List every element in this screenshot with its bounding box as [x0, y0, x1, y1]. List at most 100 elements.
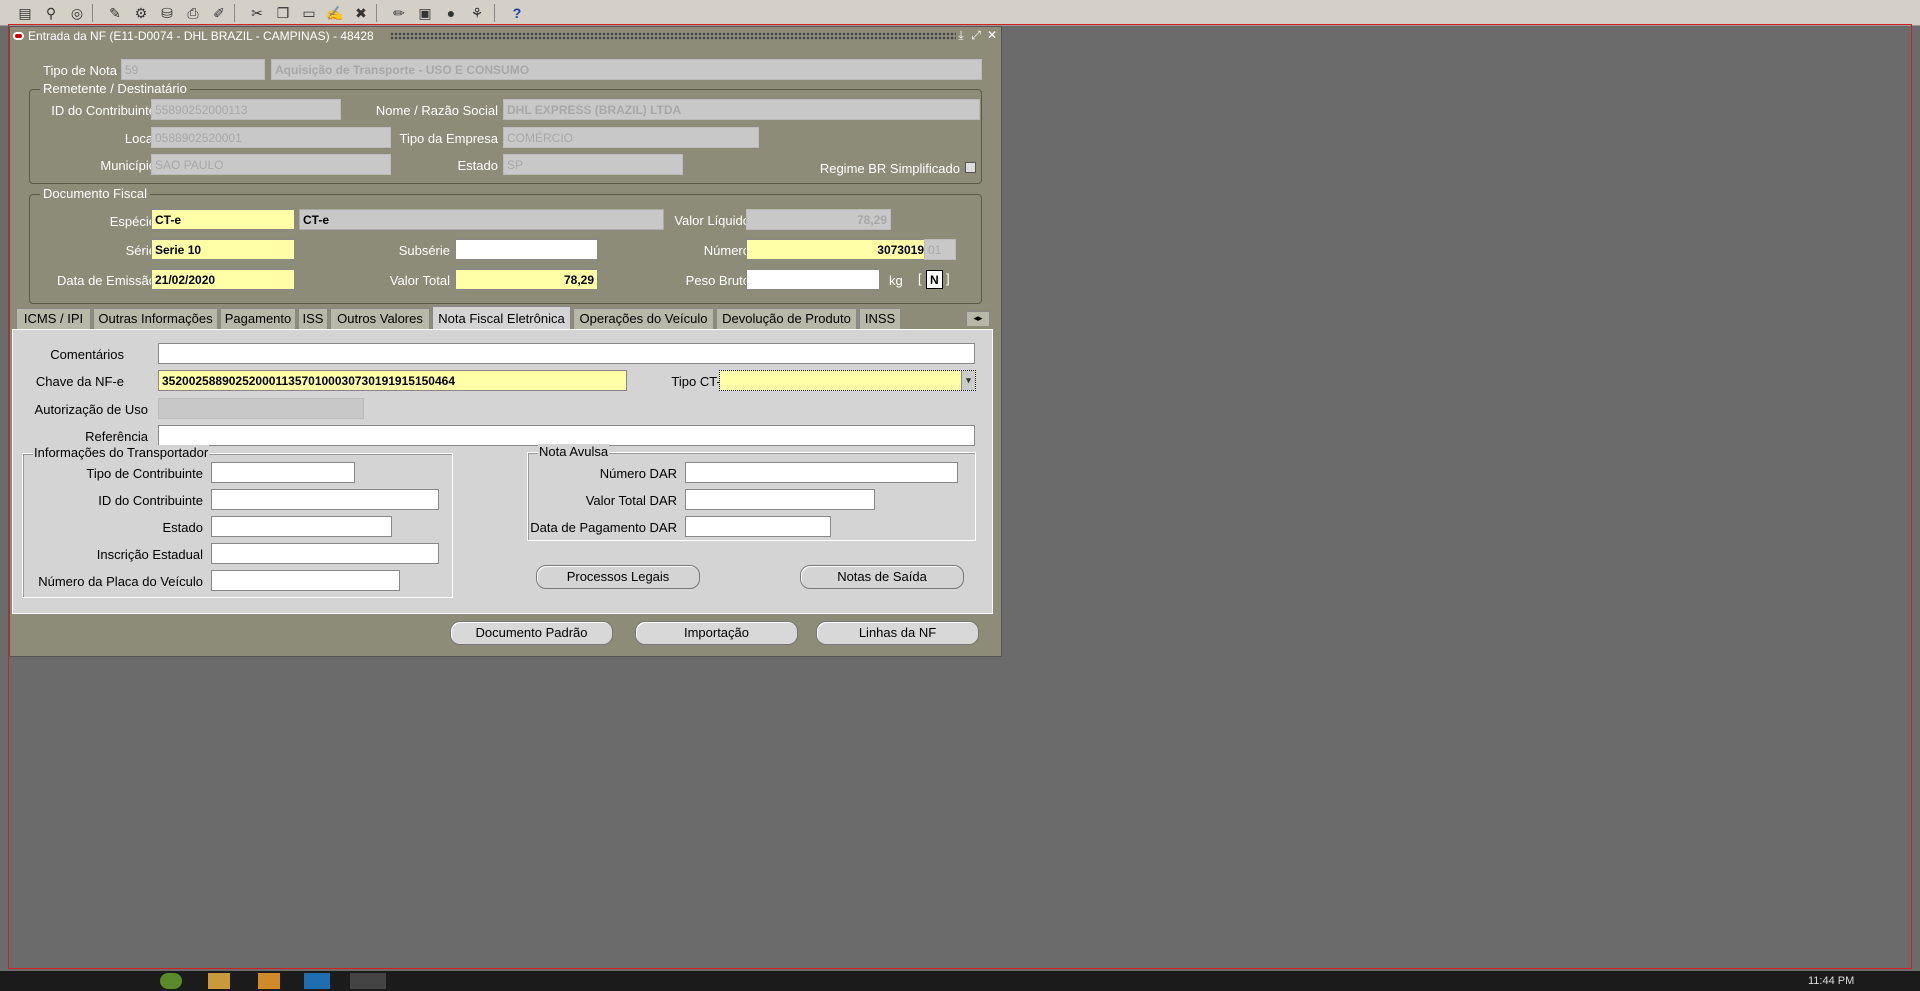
valor-total-field[interactable]: 78,29 — [455, 269, 598, 290]
serie-field[interactable]: Serie 10 — [151, 239, 295, 260]
tab-inss[interactable]: INSS — [859, 308, 901, 329]
autorizacao-label: Autorização de Uso — [34, 402, 148, 417]
chevron-down-icon[interactable]: ▾ — [961, 371, 975, 390]
estado-field[interactable]: SP — [503, 154, 683, 175]
tab-icms-ipi[interactable]: ICMS / IPI — [16, 308, 91, 329]
navigator-icon[interactable]: ◎ — [66, 2, 88, 24]
documento-group-title: Documento Fiscal — [40, 186, 151, 201]
referencia-field[interactable] — [158, 425, 975, 446]
especie-field[interactable]: CT-e — [151, 209, 295, 230]
tab-scroll-arrows-icon[interactable]: ◂▸ — [966, 311, 990, 326]
tipo-nota-code-field[interactable]: 59 — [121, 59, 265, 80]
copy-icon[interactable]: ❐ — [272, 2, 294, 24]
estado-label: Estado — [457, 158, 498, 173]
transp-inscricao-field[interactable] — [211, 543, 439, 564]
attachments-icon[interactable]: ⚘ — [466, 2, 488, 24]
translations-icon[interactable]: ● — [440, 2, 462, 24]
entrada-nf-window: Entrada da NF (E11-D0074 - DHL BRAZIL - … — [9, 26, 1002, 657]
notas-saida-button[interactable]: Notas de Saída — [800, 565, 964, 589]
switch-responsibility-icon[interactable]: ⛁ — [156, 2, 178, 24]
documento-padrao-button[interactable]: Documento Padrão — [450, 621, 613, 645]
tipo-empresa-field[interactable]: COMÉRCIO — [503, 127, 759, 148]
delete-record-icon[interactable]: ✖ — [350, 2, 372, 24]
tab-iss[interactable]: ISS — [298, 308, 328, 329]
importacao-button[interactable]: Importação — [635, 621, 798, 645]
transp-id-label: ID do Contribuinte — [98, 493, 203, 508]
serie-label: Série — [125, 243, 156, 258]
comentarios-field[interactable] — [158, 343, 975, 364]
autorizacao-field[interactable] — [158, 398, 364, 419]
zoom-icon[interactable]: ▣ — [414, 2, 436, 24]
subserie-label: Subsérie — [398, 243, 450, 258]
valor-liquido-field[interactable]: 78,29 — [746, 209, 891, 230]
data-emissao-field[interactable]: 21/02/2020 — [151, 269, 295, 290]
close-icon[interactable]: ✕ — [985, 28, 999, 43]
tipo-nota-desc-field[interactable]: Aquisição de Transporte - USO E CONSUMO — [271, 59, 982, 80]
window-titlebar[interactable]: Entrada da NF (E11-D0074 - DHL BRAZIL - … — [10, 27, 1001, 45]
nota-avulsa-group-title: Nota Avulsa — [538, 444, 610, 459]
subserie-field[interactable] — [455, 239, 598, 260]
numero-suffix-field[interactable]: 01 — [924, 239, 956, 260]
flag-close: ] — [946, 271, 950, 286]
transp-placa-label: Número da Placa do Veículo — [38, 574, 203, 589]
regime-checkbox[interactable] — [965, 162, 976, 173]
help-icon[interactable]: ? — [506, 2, 528, 24]
find-icon[interactable]: ⚲ — [40, 2, 62, 24]
print-icon[interactable]: ⎙ — [182, 2, 204, 24]
flag-field[interactable]: N — [926, 270, 943, 289]
taskbar-app-icon[interactable] — [258, 973, 280, 989]
especie-label: Espécie — [109, 214, 156, 229]
valor-total-dar-field[interactable] — [685, 489, 875, 510]
transp-estado-field[interactable] — [211, 516, 392, 537]
maximize-icon[interactable]: ⤢ — [969, 28, 983, 43]
edit-field-icon[interactable]: ✏ — [388, 2, 410, 24]
tipo-cte-label: Tipo CT-e — [671, 374, 728, 389]
taskbar: 11:44 PM — [0, 971, 1920, 991]
taskbar-app-icon[interactable] — [350, 973, 386, 989]
data-pagamento-dar-field[interactable] — [685, 516, 831, 537]
main-toolbar: ▤ ⚲ ◎ ✎ ⚙ ⛁ ⎙ ✐ ✂ ❐ ▭ ✍ ✖ ✏ ▣ ● ⚘ ? — [0, 0, 1920, 26]
valor-total-dar-label: Valor Total DAR — [585, 493, 677, 508]
rem-id-field[interactable]: 55890252000113 — [151, 99, 341, 120]
tipo-empresa-label: Tipo da Empresa — [399, 131, 498, 146]
comentarios-label: Comentários — [50, 347, 124, 362]
transp-placa-field[interactable] — [211, 570, 400, 591]
minimize-icon[interactable]: ⤓ — [954, 28, 968, 43]
nome-field[interactable]: DHL EXPRESS (BRAZIL) LTDA — [503, 99, 980, 120]
numero-field[interactable]: 3073019 — [746, 239, 928, 260]
tab-devolucao-produto[interactable]: Devolução de Produto — [716, 308, 857, 329]
tipo-cte-select[interactable]: ▾ — [719, 370, 976, 391]
tab-pagamento[interactable]: Pagamento — [220, 308, 296, 329]
processos-legais-button[interactable]: Processos Legais — [536, 565, 700, 589]
linhas-nf-button[interactable]: Linhas da NF — [816, 621, 979, 645]
taskbar-app-icon[interactable] — [304, 973, 330, 989]
taskbar-app-icon[interactable] — [160, 973, 182, 989]
peso-bruto-field[interactable] — [746, 269, 880, 290]
transp-tipo-field[interactable] — [211, 462, 355, 483]
clock-label: 11:44 PM — [1808, 975, 1855, 987]
paste-icon[interactable]: ▭ — [298, 2, 320, 24]
rem-id-label: ID do Contribuinte — [51, 103, 156, 118]
nome-label: Nome / Razão Social — [375, 103, 498, 118]
transp-estado-label: Estado — [162, 520, 203, 535]
clear-record-icon[interactable]: ✍ — [324, 2, 346, 24]
valor-total-label: Valor Total — [389, 273, 450, 288]
kg-label: kg — [889, 273, 903, 288]
tipo-nota-label: Tipo de Nota — [43, 63, 117, 78]
tab-nota-fiscal-eletronica[interactable]: Nota Fiscal Eletrônica — [432, 306, 571, 329]
save-icon[interactable]: ✎ — [104, 2, 126, 24]
folder-icon[interactable] — [208, 973, 230, 989]
numero-dar-field[interactable] — [685, 462, 958, 483]
new-record-icon[interactable]: ▤ — [14, 2, 36, 24]
next-step-icon[interactable]: ⚙ — [130, 2, 152, 24]
peso-bruto-label: Peso Bruto — [685, 273, 750, 288]
transp-id-field[interactable] — [211, 489, 439, 510]
tab-outros-valores[interactable]: Outros Valores — [330, 308, 430, 329]
cut-icon[interactable]: ✂ — [246, 2, 268, 24]
data-pagamento-dar-label: Data de Pagamento DAR — [530, 520, 677, 535]
tab-operacoes-veiculo[interactable]: Operações do Veículo — [573, 308, 714, 329]
tab-outras-informacoes[interactable]: Outras Informações — [93, 308, 218, 329]
especie-desc-field[interactable]: CT-e — [299, 209, 664, 230]
close-form-icon[interactable]: ✐ — [208, 2, 230, 24]
chave-field[interactable]: 3520025889025200011357010003073019191515… — [158, 370, 627, 391]
